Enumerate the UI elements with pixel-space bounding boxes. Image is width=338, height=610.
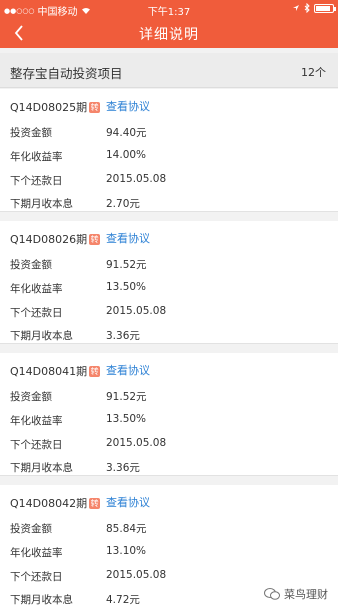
row-value: 2015.05.08 (106, 305, 167, 317)
card-head: Q14D08026期 转 (10, 231, 101, 247)
row-value: 3.36元 (106, 462, 140, 474)
row-label: 投资金额 (10, 523, 52, 535)
project-code: Q14D08025期 (10, 101, 88, 114)
row-value: 2015.05.08 (106, 569, 167, 581)
row-label: 下期月收本息 (10, 462, 73, 474)
row-label: 下个还款日 (10, 439, 63, 451)
nav-bar: 详细说明 (0, 18, 338, 48)
battery-icon (314, 3, 336, 13)
row-value: 2.70元 (106, 198, 140, 210)
row-label: 下个还款日 (10, 571, 63, 583)
row-label: 投资金额 (10, 127, 52, 139)
view-agreement-link[interactable]: 查看协议 (106, 494, 150, 510)
investment-card: Q14D08041期 转 查看协议 投资金额 91.52元 年化收益率 13.5… (0, 353, 338, 476)
row-label: 年化收益率 (10, 547, 63, 559)
row-label: 下期月收本息 (10, 330, 73, 342)
row-label: 投资金额 (10, 259, 52, 271)
transfer-badge: 转 (89, 233, 101, 245)
row-value: 13.10% (106, 545, 147, 557)
card-head: Q14D08041期 转 (10, 363, 101, 379)
page-title: 详细说明 (139, 27, 199, 43)
status-time: 下午1:37 (147, 7, 191, 18)
card-head: Q14D08025期 转 (10, 99, 101, 115)
row-label: 下个还款日 (10, 307, 63, 319)
bluetooth-icon (304, 3, 310, 13)
row-value: 2015.05.08 (106, 437, 167, 449)
row-value: 94.40元 (106, 127, 147, 139)
row-value: 2015.05.08 (106, 173, 167, 185)
row-label: 下期月收本息 (10, 198, 73, 210)
location-icon (293, 5, 299, 11)
chat-bubble-icon (264, 588, 280, 600)
section-header: 整存宝自动投资项目 12个 (0, 53, 338, 88)
row-label: 投资金额 (10, 391, 52, 403)
card-head: Q14D08042期 转 (10, 495, 101, 511)
transfer-badge: 转 (89, 497, 101, 509)
transfer-badge: 转 (89, 101, 101, 113)
status-right (292, 3, 336, 13)
status-bar: ●●○○○ 中国移动 下午1:37 (0, 0, 338, 18)
section-title: 整存宝自动投资项目 (10, 66, 123, 81)
row-label: 下个还款日 (10, 175, 63, 187)
row-label: 年化收益率 (10, 151, 63, 163)
row-value: 3.36元 (106, 330, 140, 342)
investment-card: Q14D08025期 转 查看协议 投资金额 94.40元 年化收益率 14.0… (0, 89, 338, 212)
investment-card: Q14D08026期 转 查看协议 投资金额 91.52元 年化收益率 13.5… (0, 221, 338, 344)
row-label: 下期月收本息 (10, 594, 73, 606)
row-value: 85.84元 (106, 523, 147, 535)
row-value: 13.50% (106, 413, 147, 425)
project-code: Q14D08041期 (10, 365, 88, 378)
row-label: 年化收益率 (10, 415, 63, 427)
row-value: 14.00% (106, 149, 147, 161)
view-agreement-link[interactable]: 查看协议 (106, 230, 150, 246)
watermark-text: 菜鸟理财 (284, 588, 328, 601)
row-label: 年化收益率 (10, 283, 63, 295)
section-count: 12个 (301, 66, 326, 79)
project-code: Q14D08026期 (10, 233, 88, 246)
row-value: 91.52元 (106, 259, 147, 271)
view-agreement-link[interactable]: 查看协议 (106, 362, 150, 378)
row-value: 4.72元 (106, 594, 140, 606)
row-value: 91.52元 (106, 391, 147, 403)
row-value: 13.50% (106, 281, 147, 293)
view-agreement-link[interactable]: 查看协议 (106, 98, 150, 114)
project-code: Q14D08042期 (10, 497, 88, 510)
watermark: 菜鸟理财 (264, 586, 328, 602)
transfer-badge: 转 (89, 365, 101, 377)
